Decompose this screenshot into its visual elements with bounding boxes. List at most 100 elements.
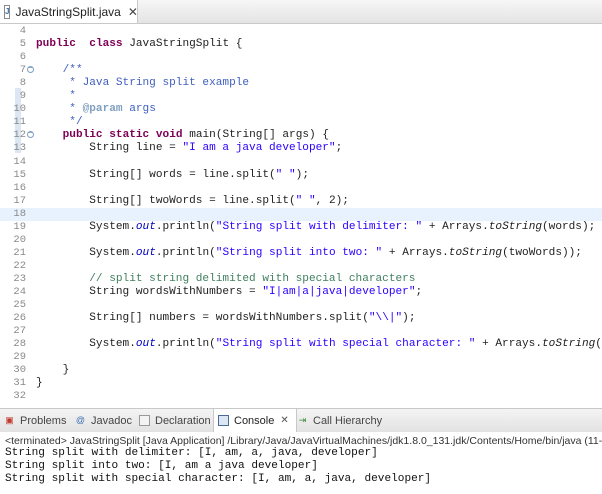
code-text: String[] words = line.split(" "); xyxy=(36,168,309,181)
line-number: 15 xyxy=(13,168,26,181)
code-line[interactable]: 27 xyxy=(0,325,602,338)
line-number: 14 xyxy=(13,155,26,168)
tab-console[interactable]: Console ✕ xyxy=(213,409,297,432)
console-output-line: String split with special character: [I,… xyxy=(5,473,432,485)
line-number: 26 xyxy=(13,312,26,325)
tab-call-hierarchy-label: Call Hierarchy xyxy=(313,414,383,427)
console-panel[interactable]: <terminated> JavaStringSplit [Java Appli… xyxy=(0,432,602,494)
code-text: System.out.println("String split with de… xyxy=(36,220,596,233)
code-text: public class JavaStringSplit { xyxy=(36,38,243,51)
code-text: */ xyxy=(36,116,83,129)
tab-javadoc-label: Javadoc xyxy=(91,414,132,427)
line-number: 19 xyxy=(13,220,26,233)
call-hierarchy-icon: ⇥ xyxy=(298,415,307,425)
code-line[interactable]: 12− public static void main(String[] arg… xyxy=(0,129,602,142)
fold-toggle-icon[interactable]: − xyxy=(27,131,34,139)
java-file-icon: J xyxy=(4,4,11,19)
code-line[interactable]: 29 xyxy=(0,351,602,364)
code-line[interactable]: 26 String[] numbers = wordsWithNumbers.s… xyxy=(0,312,602,325)
editor-tab-bar: J JavaStringSplit.java ✕ xyxy=(0,0,602,24)
code-text: * Java String split example xyxy=(36,77,250,90)
tab-javadoc[interactable]: @ Javadoc xyxy=(75,409,132,432)
tab-declaration[interactable]: Declaration xyxy=(139,409,211,432)
code-text: * xyxy=(36,90,76,103)
tab-problems[interactable]: ▣ Problems xyxy=(4,409,66,432)
code-line[interactable]: 6 xyxy=(0,51,602,64)
problems-icon: ▣ xyxy=(5,415,14,425)
code-line[interactable]: 20 xyxy=(0,234,602,247)
console-icon xyxy=(218,415,229,426)
console-process-info: <terminated> JavaStringSplit [Java Appli… xyxy=(5,435,602,447)
code-text: * @param args xyxy=(36,103,156,116)
code-line[interactable]: 13 String line = "I am a java developer"… xyxy=(0,142,602,155)
code-text: System.out.println("String split with sp… xyxy=(36,338,602,351)
code-line[interactable]: 17 String[] twoWords = line.split(" ", 2… xyxy=(0,195,602,208)
line-number: 6 xyxy=(19,51,26,64)
code-line[interactable]: 7− /** xyxy=(0,64,602,77)
tab-problems-label: Problems xyxy=(20,414,67,427)
line-number: 5 xyxy=(19,38,26,51)
line-number: 28 xyxy=(13,338,26,351)
line-number: 11 xyxy=(13,116,26,129)
console-output-line: String split into two: [I, am a java dev… xyxy=(5,460,318,472)
views-tab-bar: ▣ Problems @ Javadoc Declaration Console… xyxy=(0,408,602,433)
code-text: } xyxy=(36,364,70,377)
code-line[interactable]: 9 * xyxy=(0,90,602,103)
code-line[interactable]: 10 * @param args xyxy=(0,103,602,116)
line-number: 27 xyxy=(13,325,26,338)
line-number: 8 xyxy=(19,77,26,90)
line-number: 30 xyxy=(13,364,26,377)
close-icon[interactable]: ✕ xyxy=(280,415,288,426)
code-text: public static void main(String[] args) { xyxy=(62,129,329,142)
tab-declaration-label: Declaration xyxy=(155,414,211,427)
code-line[interactable]: 30 } xyxy=(0,364,602,377)
code-editor[interactable]: 4 5 public class JavaStringSplit { 6 7− /** 8… xyxy=(0,24,602,406)
line-number: 25 xyxy=(13,299,26,312)
code-line[interactable]: 31} xyxy=(0,377,602,390)
editor-tab-javastringsplit[interactable]: J JavaStringSplit.java ✕ xyxy=(0,0,138,23)
code-line[interactable]: 23 // split string delimited with specia… xyxy=(0,273,602,286)
line-number: 4 xyxy=(19,25,26,37)
code-line[interactable]: 22 xyxy=(0,260,602,273)
declaration-icon xyxy=(139,415,150,426)
tab-console-label: Console xyxy=(234,414,275,427)
line-number: 29 xyxy=(13,351,26,364)
code-line[interactable]: 24 String wordsWithNumbers = "I|am|a|jav… xyxy=(0,286,602,299)
code-line[interactable]: 25 xyxy=(0,299,602,312)
code-line[interactable]: 18 xyxy=(0,207,602,221)
line-number: 24 xyxy=(13,286,26,298)
line-number: 9 xyxy=(19,90,26,103)
code-text: System.out.println("String split into tw… xyxy=(36,246,582,259)
code-line[interactable]: 14 xyxy=(0,156,602,169)
code-text: String[] twoWords = line.split(" ", 2); xyxy=(36,194,349,207)
code-line[interactable]: 32 xyxy=(0,390,602,403)
line-number: 23 xyxy=(13,272,26,285)
code-line[interactable]: 28 System.out.println("String split with… xyxy=(0,338,602,351)
close-icon[interactable]: ✕ xyxy=(128,5,138,19)
line-number: 32 xyxy=(13,390,26,403)
code-line[interactable]: 16 xyxy=(0,182,602,195)
code-line[interactable]: 5 public class JavaStringSplit { xyxy=(0,38,602,51)
code-text: String line = "I am a java developer"; xyxy=(36,142,343,155)
code-line[interactable]: 11 */ xyxy=(0,116,602,129)
code-line[interactable]: 4 xyxy=(0,25,602,38)
line-number: 22 xyxy=(13,259,26,272)
line-number: 18 xyxy=(13,207,26,220)
code-line[interactable]: 15 String[] words = line.split(" "); xyxy=(0,169,602,182)
code-line[interactable]: 8 * Java String split example xyxy=(0,77,602,90)
console-output-line: String split with delimiter: [I, am, a, … xyxy=(5,447,378,459)
line-number: 7 xyxy=(19,64,26,77)
code-text: } xyxy=(36,377,43,390)
line-number: 17 xyxy=(13,194,26,207)
code-line[interactable]: 21 System.out.println("String split into… xyxy=(0,247,602,260)
line-number: 10 xyxy=(13,103,26,116)
editor-tab-label: JavaStringSplit.java xyxy=(15,4,121,19)
code-text: String wordsWithNumbers = "I|am|a|java|d… xyxy=(36,286,423,298)
code-line[interactable]: 19 System.out.println("String split with… xyxy=(0,221,602,234)
line-number: 13 xyxy=(13,142,26,155)
fold-toggle-icon[interactable]: − xyxy=(27,66,34,74)
code-text: String[] numbers = wordsWithNumbers.spli… xyxy=(36,312,416,325)
line-number: 16 xyxy=(13,181,26,194)
javadoc-icon: @ xyxy=(75,415,86,425)
tab-call-hierarchy[interactable]: ⇥ Call Hierarchy xyxy=(297,409,382,432)
